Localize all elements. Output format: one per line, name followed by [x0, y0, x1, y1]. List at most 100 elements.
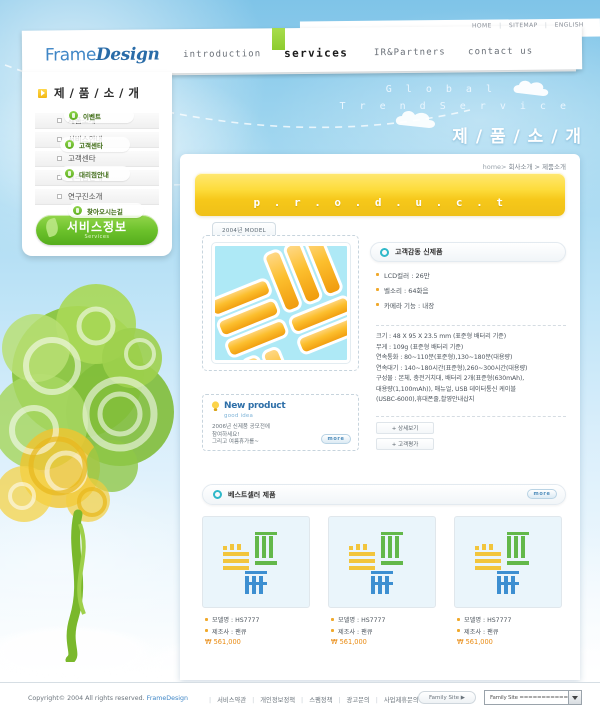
product-card-pattern: [475, 532, 529, 594]
separator: |: [209, 697, 212, 704]
nav-item-ir-partners[interactable]: IR&Partners: [374, 47, 446, 58]
product-card-info: 모델명 : HS7777 제조사 : 팬큐: [202, 615, 312, 636]
chevron-down-icon[interactable]: [568, 691, 581, 704]
utility-link-sitemap[interactable]: SITEMAP: [509, 22, 538, 29]
footer-link-spam-policy[interactable]: 스팸정책: [309, 697, 332, 704]
spec-bullet-lcd: LCD컬러 : 26만: [376, 270, 566, 280]
separator: |: [375, 697, 378, 704]
circle-icon: [380, 247, 389, 257]
spec-detail-line: 구성물 : 본체, 충전거치대, 배터리 2개(표준형(630mAh),: [376, 375, 525, 382]
spec-bullet-ringtone: 벨소리 : 64화음: [376, 285, 566, 295]
product-image: [211, 243, 350, 363]
footer-link-terms[interactable]: 서비스약관: [217, 697, 246, 704]
footer-link-partnership[interactable]: 사업제휴문의: [384, 697, 419, 704]
spec-detail-block: 크기 : 48 X 95 X 23.5 mm (표준형 배터리 기준) 무게 :…: [376, 332, 568, 406]
logo-text-frame: Frame: [44, 45, 97, 66]
family-site-select-value: Family Site ================: [490, 694, 568, 701]
tree-link-event[interactable]: 이벤트: [64, 108, 134, 123]
page-title: 제 / 품 / 소 / 개: [452, 127, 582, 147]
bestseller-more-button[interactable]: more: [527, 489, 557, 499]
product-card[interactable]: 모델명 : HS7777 제조사 : 팬큐 ₩ 561,000: [454, 516, 564, 646]
separator: |: [301, 697, 304, 704]
spec-bullet-camera: 카메라 기능 : 내장: [376, 300, 566, 310]
product-card-thumbnail: [328, 516, 436, 608]
product-card[interactable]: 모델명 : HS7777 제조사 : 팬큐 ₩ 561,000: [202, 516, 312, 646]
main-content-panel: home> 회사소개 > 제품소개 p . r . o . d . u . c …: [180, 154, 580, 680]
new-product-more-button[interactable]: more: [321, 434, 351, 444]
product-image-box: [202, 235, 359, 371]
logo-text-design: Design: [95, 44, 160, 66]
more-label: more: [533, 491, 551, 497]
customer-review-button[interactable]: + 고객평가: [376, 438, 434, 450]
divider: [376, 325, 566, 326]
spec-detail-line: 무게 : 109g (표준형 배터리 기준): [376, 343, 464, 351]
utility-link-home[interactable]: HOME: [472, 22, 492, 29]
product-card-pattern: [349, 532, 403, 594]
separator: |: [545, 21, 548, 29]
product-heading-label: 고객감동 신제품: [395, 248, 443, 256]
nav-item-introduction[interactable]: introduction: [183, 49, 261, 60]
tree-link-customer-center[interactable]: 고객센타: [60, 137, 130, 152]
new-product-title: New product: [224, 401, 286, 411]
product-banner-text: p . r . o . d . u . c . t: [253, 196, 507, 209]
product-card-maker: 제조사 : 팬큐: [457, 627, 564, 636]
nav-item-services[interactable]: services: [284, 46, 348, 60]
spec-detail-line: 대용량(1,100mAh)), 매뉴얼, USB 데이터통신 케이블: [376, 385, 516, 393]
copyright-text: Copyright© 2004 All rights reserved. Fra…: [28, 695, 188, 702]
lightbulb-icon: [211, 401, 220, 411]
family-site-select[interactable]: Family Site ================: [484, 690, 582, 705]
site-logo[interactable]: FrameDesign: [45, 44, 160, 65]
copyright-label: Copyright© 2004 All rights reserved.: [28, 695, 147, 702]
bestseller-heading-bar: 베스트셀러 제품 more: [202, 484, 566, 505]
product-card-thumbnail: [454, 516, 562, 608]
copyright-brand: FrameDesign: [146, 695, 189, 702]
play-square-icon: [38, 88, 47, 98]
product-card-maker: 제조사 : 팬큐: [331, 627, 438, 636]
nav-item-contact-us[interactable]: contact us: [468, 47, 533, 58]
product-action-buttons: + 상세보기 + 고객평가: [376, 422, 434, 454]
leaf-bullet-icon: [65, 169, 74, 178]
family-site-button-label: Family Site ▶: [429, 694, 465, 701]
product-card-info: 모델명 : HS7777 제조사 : 팬큐: [454, 615, 564, 636]
utility-nav: HOME | SITEMAP | ENGLISH: [472, 21, 584, 29]
tree-link-directions[interactable]: 찾아오시는길: [68, 203, 144, 218]
new-product-subtitle: good idea: [224, 413, 254, 419]
footer-link-advertising[interactable]: 광고문의: [347, 697, 370, 704]
breadcrumb: home> 회사소개 > 제품소개: [483, 161, 566, 171]
family-site-button[interactable]: Family Site ▶: [418, 691, 476, 704]
leaf-icon: [43, 217, 61, 238]
tree-link-label: 이벤트: [83, 112, 101, 121]
product-card-price: ₩ 561,000: [331, 638, 367, 646]
product-card-model: 모델명 : HS7777: [331, 615, 438, 624]
footer-links: | 서비스약관 | 개인정보정책 | 스팸정책 | 광고문의 | 사업제휴문의: [205, 695, 419, 704]
product-pattern-graphic: [214, 246, 347, 360]
product-banner: p . r . o . d . u . c . t: [195, 173, 565, 216]
product-card-thumbnail: [202, 516, 310, 608]
breadcrumb-path: 회사소개 > 제품소개: [506, 163, 566, 171]
product-card-price: ₩ 561,000: [205, 638, 241, 646]
site-footer: Copyright© 2004 All rights reserved. Fra…: [0, 683, 600, 722]
divider: [376, 416, 566, 417]
decorative-line-global: G l o b a l: [385, 84, 496, 95]
tree-illustration: [0, 284, 174, 662]
tree-link-agency-guide[interactable]: 대리점안내: [60, 166, 130, 181]
breadcrumb-home[interactable]: home>: [483, 163, 507, 171]
view-details-button[interactable]: + 상세보기: [376, 422, 434, 434]
bestseller-card-list: 모델명 : HS7777 제조사 : 팬큐 ₩ 561,000 모델명 : HS…: [202, 516, 566, 646]
sidebar-title-label: 제 / 품 / 소 / 개: [54, 86, 140, 100]
more-label: more: [327, 436, 345, 442]
spec-detail-line: 연속대기 : 140~180시간(표준형),260~300시간(대용량): [376, 364, 528, 372]
separator: |: [338, 697, 341, 704]
decorative-headline: G l o b a l T r e n d S e r v i c e 제 / …: [340, 84, 582, 147]
site-header: HOME | SITEMAP | ENGLISH FrameDesign int…: [0, 14, 600, 77]
service-info-label-en: Services: [84, 233, 110, 240]
tree-link-label: 대리점안내: [79, 170, 109, 179]
model-year-tab[interactable]: 2004년 MODEL: [212, 222, 276, 236]
sidebar-title: 제 / 품 / 소 / 개: [22, 72, 172, 112]
separator: |: [499, 22, 502, 30]
product-card[interactable]: 모델명 : HS7777 제조사 : 팬큐 ₩ 561,000: [328, 516, 438, 646]
separator: |: [252, 697, 255, 704]
footer-link-privacy[interactable]: 개인정보정책: [260, 697, 295, 704]
leaf-bullet-icon: [65, 140, 74, 149]
utility-link-english[interactable]: ENGLISH: [555, 21, 584, 28]
